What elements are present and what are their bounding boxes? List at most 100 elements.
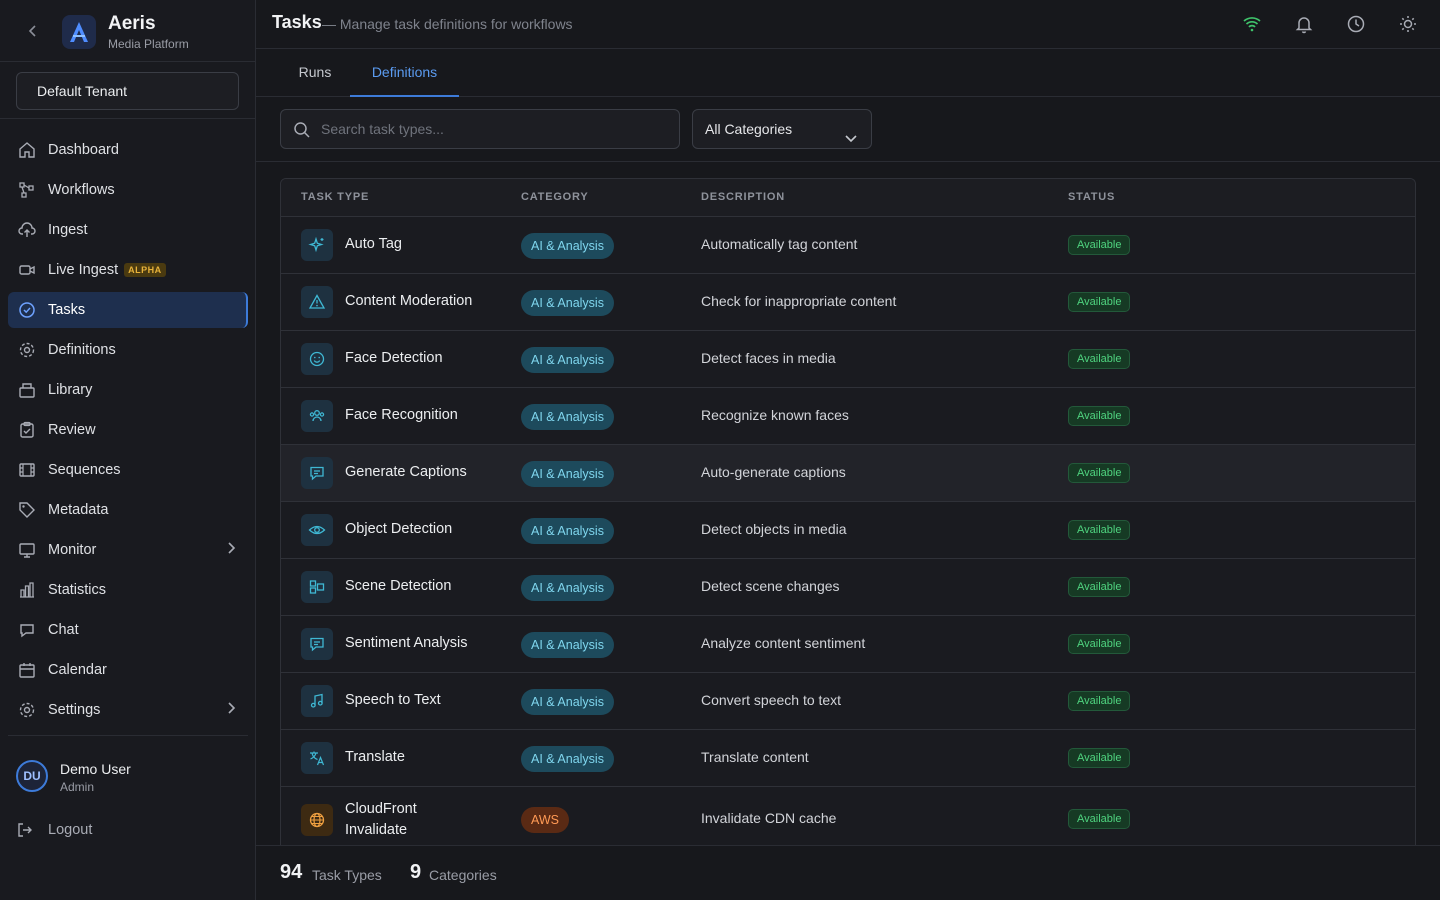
sidebar-item-label: Monitor bbox=[48, 542, 97, 558]
sidebar-item-chat[interactable]: Chat bbox=[8, 612, 248, 648]
clock-icon[interactable] bbox=[1344, 12, 1368, 36]
task-type-name: Face Detection bbox=[345, 350, 443, 366]
wifi-icon[interactable] bbox=[1240, 12, 1264, 36]
status-badge: Available bbox=[1068, 406, 1131, 426]
task-description: Invalidate CDN cache bbox=[701, 810, 837, 826]
smile-icon bbox=[301, 343, 333, 375]
task-types-label: Task Types bbox=[312, 867, 382, 883]
sidebar-item-label: Tasks bbox=[48, 302, 86, 318]
sidebar-item-review[interactable]: Review bbox=[8, 412, 248, 448]
chevron-down-icon bbox=[843, 122, 859, 160]
globe-icon bbox=[301, 804, 333, 836]
table-row[interactable]: Speech to Text AI & Analysis Convert spe… bbox=[281, 673, 1415, 730]
tab-runs[interactable]: Runs bbox=[284, 49, 346, 97]
status-badge: Available bbox=[1068, 463, 1131, 483]
back-button[interactable] bbox=[22, 20, 44, 42]
table-row[interactable]: CloudFront Invalidate AWS Invalidate CDN… bbox=[281, 787, 1415, 845]
user-role: Admin bbox=[60, 780, 95, 794]
sidebar-item-workflows[interactable]: Workflows bbox=[8, 172, 248, 208]
aeris-logo bbox=[62, 15, 96, 49]
task-type-name: Scene Detection bbox=[345, 578, 452, 594]
brand-subtitle: Media Platform bbox=[108, 37, 189, 51]
sidebar-item-definitions[interactable]: Definitions bbox=[8, 332, 248, 368]
gear-icon bbox=[18, 701, 36, 719]
task-description: Recognize known faces bbox=[701, 407, 849, 423]
sidebar-item-label: Sequences bbox=[48, 462, 121, 478]
sidebar-item-monitor[interactable]: Monitor bbox=[8, 532, 248, 568]
status-badge: Available bbox=[1068, 292, 1131, 312]
warning-triangle-icon bbox=[301, 286, 333, 318]
sidebar-item-library[interactable]: Library bbox=[8, 372, 248, 408]
table-row[interactable]: Face Detection AI & Analysis Detect face… bbox=[281, 331, 1415, 388]
tenant-selector[interactable]: Default Tenant bbox=[16, 72, 239, 110]
sun-icon[interactable] bbox=[1396, 12, 1420, 36]
sidebar-item-sequences[interactable]: Sequences bbox=[8, 452, 248, 488]
table-row[interactable]: Scene Detection AI & Analysis Detect sce… bbox=[281, 559, 1415, 616]
stats-footer: 94 Task Types 9 Categories bbox=[256, 845, 1440, 900]
workflow-icon bbox=[18, 181, 36, 199]
task-description: Detect objects in media bbox=[701, 521, 847, 537]
category-select[interactable]: All Categories bbox=[692, 109, 872, 149]
column-header-description: DESCRIPTION bbox=[701, 191, 785, 203]
top-bar: Tasks — Manage task definitions for work… bbox=[256, 0, 1440, 49]
table-row[interactable]: Object Detection AI & Analysis Detect ob… bbox=[281, 502, 1415, 559]
status-badge: Available bbox=[1068, 235, 1131, 255]
tab-definitions[interactable]: Definitions bbox=[350, 49, 459, 97]
task-description: Detect scene changes bbox=[701, 578, 840, 594]
task-description: Analyze content sentiment bbox=[701, 635, 866, 651]
category-badge: AI & Analysis bbox=[521, 689, 614, 715]
status-badge: Available bbox=[1068, 748, 1131, 768]
table-row[interactable]: Translate AI & Analysis Translate conten… bbox=[281, 730, 1415, 787]
status-badge: Available bbox=[1068, 809, 1131, 829]
film-icon bbox=[18, 461, 36, 479]
table-row[interactable]: Sentiment Analysis AI & Analysis Analyze… bbox=[281, 616, 1415, 673]
sidebar-item-tasks[interactable]: Tasks bbox=[8, 292, 248, 328]
page-title: Tasks bbox=[272, 12, 322, 32]
logout-icon bbox=[16, 821, 34, 839]
category-badge: AI & Analysis bbox=[521, 632, 614, 658]
status-badge: Available bbox=[1068, 691, 1131, 711]
table-row[interactable]: Auto Tag AI & Analysis Automatically tag… bbox=[281, 217, 1415, 274]
logout-label: Logout bbox=[48, 822, 93, 838]
search-input[interactable] bbox=[321, 110, 671, 148]
task-types-table: TASK TYPE CATEGORY DESCRIPTION STATUS Au… bbox=[280, 178, 1416, 845]
column-header-task-type: TASK TYPE bbox=[301, 191, 370, 203]
sidebar-item-metadata[interactable]: Metadata bbox=[8, 492, 248, 528]
sidebar-item-label: Library bbox=[48, 382, 93, 398]
task-description: Check for inappropriate content bbox=[701, 293, 897, 309]
bell-icon[interactable] bbox=[1292, 12, 1316, 36]
table-body: Auto Tag AI & Analysis Automatically tag… bbox=[281, 217, 1415, 845]
chat-icon bbox=[18, 621, 36, 639]
search-icon bbox=[293, 121, 311, 142]
logout-button[interactable]: Logout bbox=[16, 818, 92, 842]
sidebar-item-dashboard[interactable]: Dashboard bbox=[8, 132, 248, 168]
user-name: Demo User bbox=[60, 761, 131, 777]
task-description: Automatically tag content bbox=[701, 236, 858, 252]
sidebar-item-statistics[interactable]: Statistics bbox=[8, 572, 248, 608]
sidebar-item-ingest[interactable]: Ingest bbox=[8, 212, 248, 248]
translate-icon bbox=[301, 742, 333, 774]
sidebar-item-label: Statistics bbox=[48, 582, 107, 598]
table-header: TASK TYPE CATEGORY DESCRIPTION STATUS bbox=[281, 179, 1415, 217]
task-description: Convert speech to text bbox=[701, 692, 842, 708]
archive-icon bbox=[18, 381, 36, 399]
column-header-status: STATUS bbox=[1068, 191, 1116, 203]
task-type-name: Auto Tag bbox=[345, 236, 402, 252]
task-type-name: Face Recognition bbox=[345, 407, 458, 423]
calendar-icon bbox=[18, 661, 36, 679]
task-types-count: 94 bbox=[280, 861, 303, 883]
status-badge: Available bbox=[1068, 634, 1131, 654]
table-row[interactable]: Face Recognition AI & Analysis Recognize… bbox=[281, 388, 1415, 445]
table-row[interactable]: Content Moderation AI & Analysis Check f… bbox=[281, 274, 1415, 331]
category-badge: AI & Analysis bbox=[521, 461, 614, 487]
sidebar-item-live-ingest[interactable]: Live Ingest ALPHA bbox=[8, 252, 248, 288]
status-badge: Available bbox=[1068, 520, 1131, 540]
category-badge: AWS bbox=[521, 807, 570, 833]
sidebar-item-settings[interactable]: Settings bbox=[8, 692, 248, 728]
brand-header: Aeris Media Platform bbox=[0, 0, 256, 62]
category-badge: AI & Analysis bbox=[521, 575, 614, 601]
sidebar-item-calendar[interactable]: Calendar bbox=[8, 652, 248, 688]
user-profile[interactable]: DU Demo User Admin bbox=[16, 760, 246, 796]
table-row[interactable]: Generate Captions AI & Analysis Auto-gen… bbox=[281, 445, 1415, 502]
sidebar-item-label: Settings bbox=[48, 702, 101, 718]
